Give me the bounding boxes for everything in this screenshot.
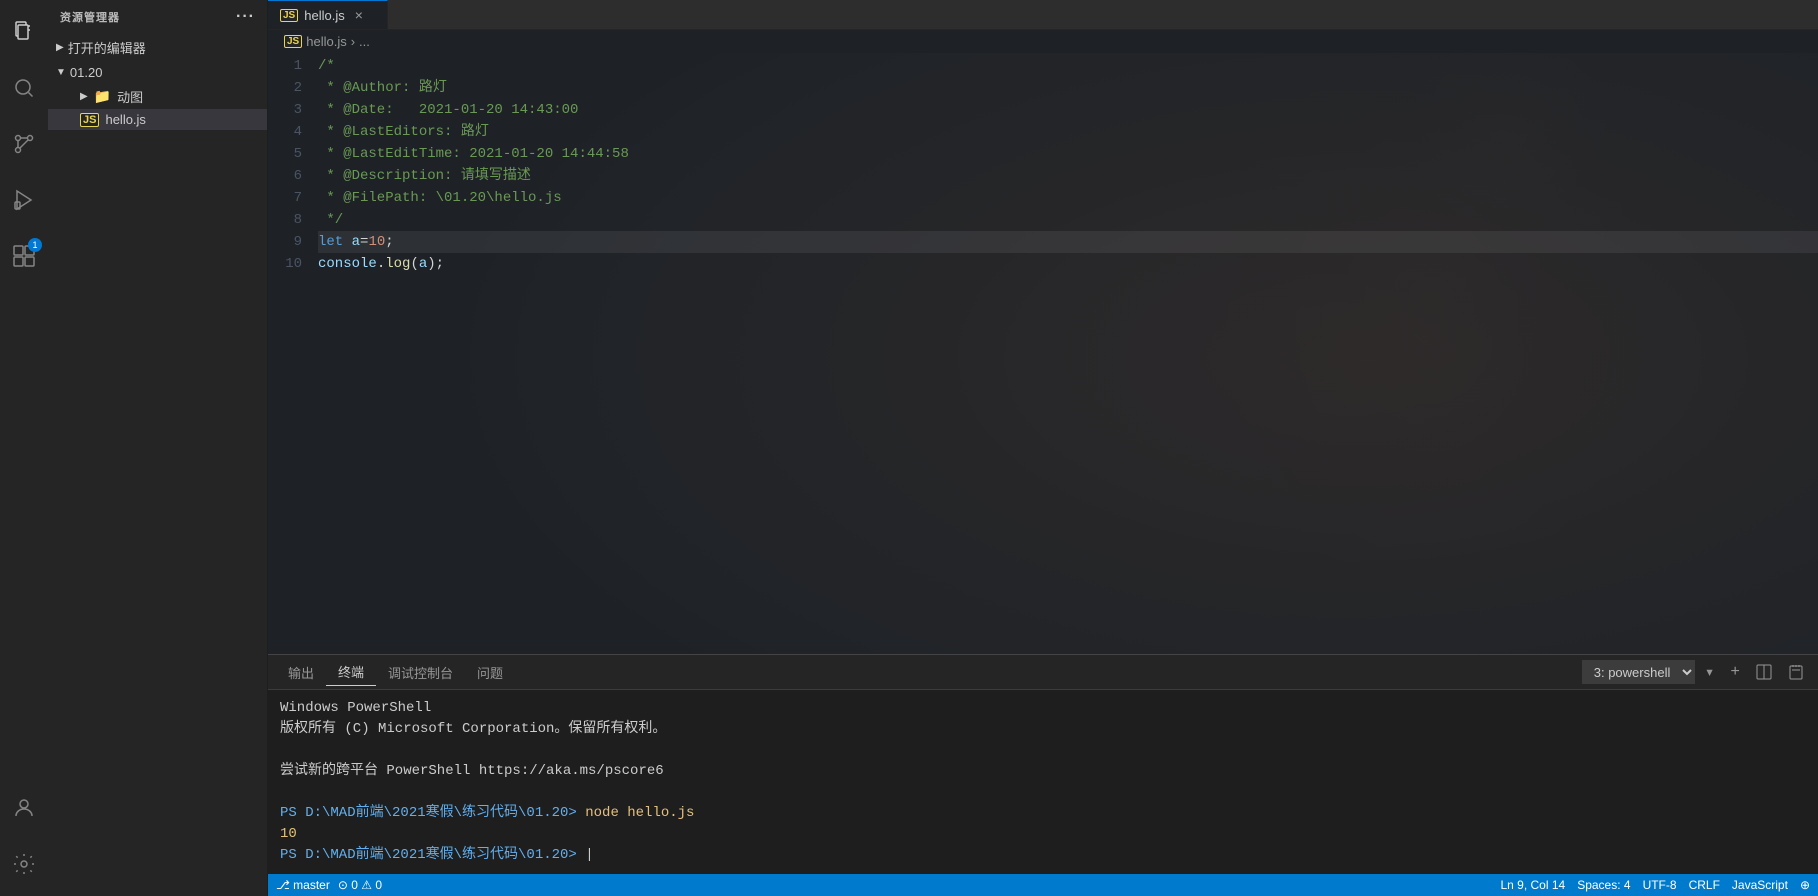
files-icon[interactable] [0, 8, 48, 56]
terminal-line-7: 10 [280, 824, 1806, 845]
status-branch[interactable]: ⎇ master [276, 878, 330, 892]
source-control-icon[interactable] [0, 120, 48, 168]
account-icon[interactable] [0, 784, 48, 832]
sidebar-header-icons: ··· [236, 8, 255, 26]
activity-bar [0, 0, 48, 896]
tab-filename: hello.js [304, 8, 344, 23]
folder-0120-label: 01.20 [70, 65, 103, 80]
status-errors[interactable]: ⊙ 0 ⚠ 0 [338, 878, 382, 892]
folder-icon: 📁 [94, 88, 111, 105]
tab-output[interactable]: 输出 [276, 659, 326, 686]
folder-arrow-icon: ▶ [80, 91, 88, 102]
status-left: ⎇ master ⊙ 0 ⚠ 0 [276, 878, 382, 892]
breadcrumb-js-icon: JS [284, 35, 302, 48]
folder-0120-arrow: ▼ [56, 67, 66, 78]
extensions-icon[interactable] [0, 232, 48, 280]
sidebar-section-0120: ▼ 01.20 ▶ 📁 动图 JS hello.js [48, 61, 267, 130]
status-bar: ⎇ master ⊙ 0 ⚠ 0 Ln 9, Col 14 Spaces: 4 … [268, 874, 1818, 896]
breadcrumb-extra: ... [359, 34, 370, 49]
line-numbers: 1 2 3 4 5 6 7 8 9 10 [268, 53, 318, 654]
terminal-dropdown-button[interactable]: ▾ [1699, 660, 1721, 684]
new-terminal-button[interactable]: + [1724, 661, 1746, 683]
tab-problems[interactable]: 问题 [465, 659, 515, 686]
terminal-tabs: 输出 终端 调试控制台 问题 3: powershell ▾ + [268, 655, 1818, 690]
open-editors-section[interactable]: ▶ 打开的编辑器 [48, 34, 267, 61]
status-spaces[interactable]: Spaces: 4 [1577, 878, 1630, 892]
code-line-9: let a=10; [318, 231, 1818, 253]
folder-dongtu-label: 动图 [117, 87, 143, 106]
js-file-icon: JS [80, 113, 99, 127]
shell-selector[interactable]: 3: powershell [1582, 660, 1695, 684]
terminal-line-5 [280, 782, 1806, 803]
settings-icon[interactable] [0, 840, 48, 888]
terminal-panel: 输出 终端 调试控制台 问题 3: powershell ▾ + [268, 654, 1818, 874]
open-editors-label: 打开的编辑器 [68, 38, 146, 57]
terminal-line-2: 版权所有 (C) Microsoft Corporation。保留所有权利。 [280, 719, 1806, 740]
code-line-2: * @Author: 路灯 [318, 77, 1818, 99]
status-encoding[interactable]: UTF-8 [1643, 878, 1677, 892]
tab-js-icon: JS [280, 9, 298, 22]
kill-terminal-button[interactable] [1782, 662, 1810, 682]
code-line-1: /* [318, 55, 1818, 77]
status-eol[interactable]: CRLF [1689, 878, 1720, 892]
terminal-line-8: PS D:\MAD前端\2021寒假\练习代码\01.20> [280, 845, 1806, 866]
code-line-3: * @Date: 2021-01-20 14:43:00 [318, 99, 1818, 121]
code-line-10: console.log(a); [318, 253, 1818, 275]
open-editors-arrow: ▶ [56, 42, 64, 53]
terminal-line-4: 尝试新的跨平台 PowerShell https://aka.ms/pscore… [280, 761, 1806, 782]
code-content[interactable]: /* * @Author: 路灯 * @Date: 2021-01-20 14:… [318, 53, 1818, 654]
tab-debug-console[interactable]: 调试控制台 [376, 659, 465, 686]
terminal-line-6: PS D:\MAD前端\2021寒假\练习代码\01.20> node hell… [280, 803, 1806, 824]
status-position[interactable]: Ln 9, Col 14 [1500, 878, 1565, 892]
terminal-line-3 [280, 740, 1806, 761]
main-area: JS hello.js × JS hello.js › ... 1 2 3 4 … [268, 0, 1818, 896]
search-icon[interactable] [0, 64, 48, 112]
tab-bar: JS hello.js × [268, 0, 1818, 30]
tab-close-button[interactable]: × [355, 7, 363, 23]
code-line-5: * @LastEditTime: 2021-01-20 14:44:58 [318, 143, 1818, 165]
breadcrumb: JS hello.js › ... [268, 30, 1818, 53]
code-line-8: */ [318, 209, 1818, 231]
sidebar-section-open-editors: ▶ 打开的编辑器 [48, 34, 267, 61]
code-line-6: * @Description: 请填写描述 [318, 165, 1818, 187]
status-notifications[interactable]: ⊕ [1800, 878, 1810, 892]
folder-0120-section[interactable]: ▼ 01.20 [48, 61, 267, 84]
split-terminal-button[interactable] [1750, 662, 1778, 682]
breadcrumb-filename[interactable]: hello.js [306, 34, 346, 49]
terminal-line-1: Windows PowerShell [280, 698, 1806, 719]
editor-area[interactable]: 1 2 3 4 5 6 7 8 9 10 /* * @Author: 路灯 * … [268, 53, 1818, 654]
more-options-button[interactable]: ··· [236, 8, 255, 26]
folder-dongtu[interactable]: ▶ 📁 动图 [48, 84, 267, 109]
terminal-content[interactable]: Windows PowerShell 版权所有 (C) Microsoft Co… [268, 690, 1818, 874]
breadcrumb-separator: › [351, 34, 355, 49]
sidebar-title: 资源管理器 [60, 9, 120, 25]
sidebar-header: 资源管理器 ··· [48, 0, 267, 34]
sidebar: 资源管理器 ··· ▶ 打开的编辑器 ▼ 01.20 ▶ 📁 动图 JS hel… [48, 0, 268, 896]
file-hello-js[interactable]: JS hello.js [48, 109, 267, 130]
file-hello-js-label: hello.js [105, 112, 145, 127]
tab-terminal[interactable]: 终端 [326, 658, 376, 686]
code-line-4: * @LastEditors: 路灯 [318, 121, 1818, 143]
terminal-actions: 3: powershell ▾ + [1582, 660, 1810, 684]
status-right: Ln 9, Col 14 Spaces: 4 UTF-8 CRLF JavaSc… [1500, 878, 1810, 892]
tab-hello-js[interactable]: JS hello.js × [268, 0, 388, 29]
status-language[interactable]: JavaScript [1732, 878, 1788, 892]
run-icon[interactable] [0, 176, 48, 224]
code-line-7: * @FilePath: \01.20\hello.js [318, 187, 1818, 209]
